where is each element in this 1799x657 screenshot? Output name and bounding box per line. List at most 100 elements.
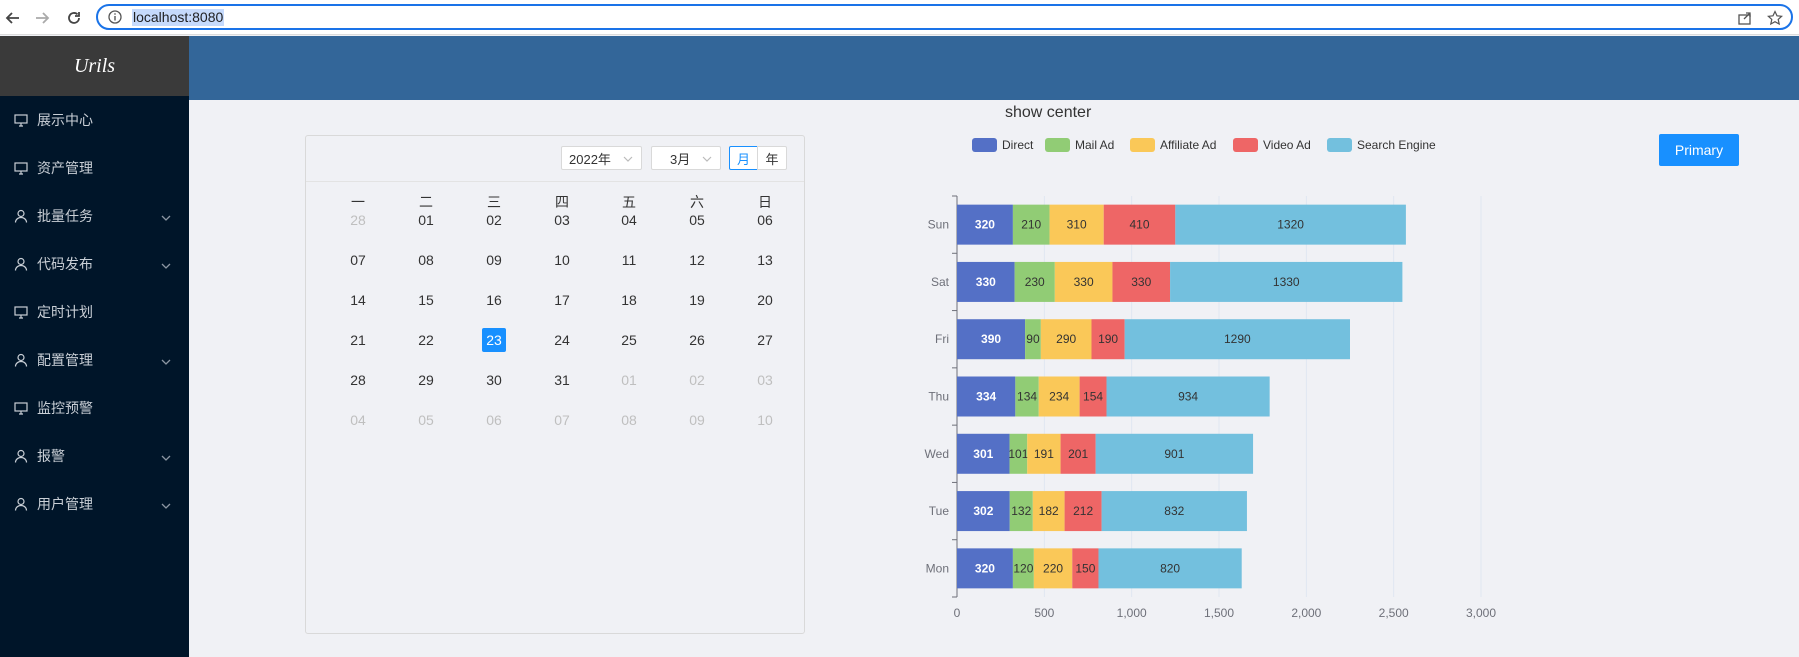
calendar-day[interactable]: 08 — [406, 248, 446, 272]
sidebar-item-2[interactable]: 资产管理 — [0, 144, 189, 192]
legend-item[interactable]: Affiliate Ad — [1130, 138, 1216, 152]
primary-button[interactable]: Primary — [1659, 134, 1739, 166]
bar-value-label: 820 — [1160, 561, 1180, 575]
bar-segment — [957, 433, 1010, 474]
sidebar-item-5[interactable]: 定时计划 — [0, 288, 189, 336]
calendar-day[interactable]: 09 — [677, 408, 717, 432]
calendar-day[interactable]: 22 — [406, 328, 446, 352]
calendar-day[interactable]: 06 — [745, 208, 785, 232]
calendar-day[interactable]: 30 — [474, 368, 514, 392]
bar-segment — [957, 491, 1010, 532]
sidebar-item-7[interactable]: 监控预警 — [0, 384, 189, 432]
legend-item[interactable]: Mail Ad — [1045, 138, 1114, 152]
sidebar-item-label: 定时计划 — [37, 304, 93, 320]
legend-swatch — [1130, 138, 1155, 152]
back-icon[interactable] — [2, 7, 24, 29]
calendar-day[interactable]: 28 — [338, 208, 378, 232]
calendar-day[interactable]: 21 — [338, 328, 378, 352]
x-tick-label: 1,500 — [1204, 606, 1234, 620]
calendar-day[interactable]: 02 — [474, 208, 514, 232]
calendar-day-selected[interactable]: 23 — [474, 328, 514, 352]
legend-item[interactable]: Search Engine — [1327, 138, 1436, 152]
bar-value-label: 230 — [1025, 275, 1045, 289]
chevron-down-icon — [161, 210, 171, 226]
bar-segment — [1049, 204, 1104, 245]
forward-icon[interactable] — [31, 7, 53, 29]
calendar-day[interactable]: 25 — [609, 328, 649, 352]
calendar-day[interactable]: 05 — [677, 208, 717, 232]
site-info-icon[interactable] — [108, 10, 122, 29]
calendar-day[interactable]: 12 — [677, 248, 717, 272]
user-icon — [13, 496, 29, 512]
calendar-day[interactable]: 07 — [542, 408, 582, 432]
bookmark-star-icon[interactable] — [1767, 10, 1783, 31]
year-select-value: 2022年 — [569, 151, 611, 167]
sidebar-item-1[interactable]: 展示中心 — [0, 96, 189, 144]
calendar-day[interactable]: 14 — [338, 288, 378, 312]
calendar-day[interactable]: 06 — [474, 408, 514, 432]
bar-value-label: 330 — [1131, 275, 1151, 289]
calendar-day[interactable]: 13 — [745, 248, 785, 272]
bar-segment — [1012, 204, 1050, 245]
calendar-day[interactable]: 08 — [609, 408, 649, 432]
calendar-day[interactable]: 26 — [677, 328, 717, 352]
sidebar-item-4[interactable]: 代码发布 — [0, 240, 189, 288]
calendar-day[interactable]: 28 — [338, 368, 378, 392]
calendar-day[interactable]: 02 — [677, 368, 717, 392]
calendar-day[interactable]: 07 — [338, 248, 378, 272]
reload-icon[interactable] — [63, 7, 85, 29]
bar-value-label: 310 — [1067, 218, 1087, 232]
bar-segment — [957, 204, 1013, 245]
sidebar-item-9[interactable]: 用户管理 — [0, 480, 189, 528]
calendar-day[interactable]: 18 — [609, 288, 649, 312]
calendar-day[interactable]: 20 — [745, 288, 785, 312]
legend-item[interactable]: Video Ad — [1233, 138, 1311, 152]
month-select[interactable]: 3月 — [651, 146, 721, 170]
bar-value-label: 320 — [975, 561, 995, 575]
y-category-label: Sun — [928, 218, 949, 232]
share-icon[interactable] — [1737, 10, 1753, 31]
calendar-day[interactable]: 04 — [609, 208, 649, 232]
calendar-day[interactable]: 03 — [542, 208, 582, 232]
address-bar[interactable]: localhost:8080 — [96, 4, 1793, 30]
url-text[interactable]: localhost:8080 — [132, 9, 225, 26]
y-category-label: Thu — [928, 390, 949, 404]
calendar-day[interactable]: 27 — [745, 328, 785, 352]
monitor-icon — [13, 304, 29, 320]
calendar-day[interactable]: 10 — [745, 408, 785, 432]
calendar-day[interactable]: 01 — [406, 208, 446, 232]
calendar-day[interactable]: 10 — [542, 248, 582, 272]
mode-year-button[interactable]: 年 — [757, 146, 787, 170]
calendar-day[interactable]: 29 — [406, 368, 446, 392]
calendar-day[interactable]: 16 — [474, 288, 514, 312]
calendar-day[interactable]: 19 — [677, 288, 717, 312]
calendar-day[interactable]: 31 — [542, 368, 582, 392]
calendar-day[interactable]: 01 — [609, 368, 649, 392]
chevron-down-icon — [623, 152, 633, 167]
mode-month-button[interactable]: 月 — [729, 146, 758, 170]
calendar-day[interactable]: 17 — [542, 288, 582, 312]
calendar-day[interactable]: 03 — [745, 368, 785, 392]
sidebar-item-6[interactable]: 配置管理 — [0, 336, 189, 384]
calendar-day[interactable]: 24 — [542, 328, 582, 352]
sidebar-item-label: 监控预警 — [37, 400, 93, 416]
browser-toolbar: localhost:8080 — [0, 0, 1799, 35]
bar-segment — [1106, 376, 1270, 417]
calendar-day[interactable]: 05 — [406, 408, 446, 432]
legend-item[interactable]: Direct — [972, 138, 1033, 152]
bar-segment — [1112, 261, 1171, 302]
calendar-day[interactable]: 09 — [474, 248, 514, 272]
sidebar-item-3[interactable]: 批量任务 — [0, 192, 189, 240]
chevron-down-icon — [161, 354, 171, 370]
sidebar-item-8[interactable]: 报警 — [0, 432, 189, 480]
bar-value-label: 234 — [1049, 390, 1069, 404]
x-tick-label: 0 — [954, 606, 961, 620]
calendar-day[interactable]: 11 — [609, 248, 649, 272]
y-category-label: Fri — [935, 332, 949, 346]
calendar-day[interactable]: 15 — [406, 288, 446, 312]
bar-segment — [957, 548, 1013, 589]
legend-swatch — [972, 138, 997, 152]
year-select[interactable]: 2022年 — [561, 146, 642, 170]
calendar-day[interactable]: 04 — [338, 408, 378, 432]
user-icon — [13, 448, 29, 464]
